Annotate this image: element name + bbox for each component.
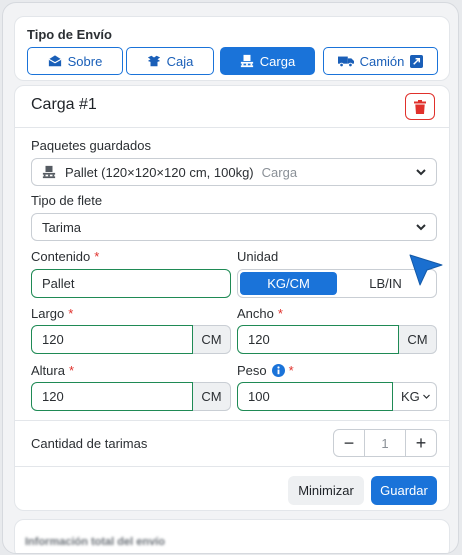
external-link-icon (410, 54, 424, 68)
weight-input[interactable]: 100 (237, 382, 393, 411)
contents-label: Contenido * (31, 249, 99, 264)
increment-button[interactable]: + (406, 430, 436, 456)
weight-unit-select[interactable]: KG (393, 382, 437, 411)
length-input[interactable]: 120 (31, 325, 193, 354)
save-button[interactable]: Guardar (371, 476, 437, 505)
chevron-down-icon (422, 394, 430, 399)
required-mark: * (277, 306, 283, 321)
weight-label: Peso * (237, 363, 294, 378)
length-label-text: Largo (31, 306, 65, 321)
saved-packages-select[interactable]: Pallet (120×120×120 cm, 100kg) Carga (31, 158, 437, 186)
required-mark: * (68, 306, 74, 321)
cargo-title: Carga #1 (31, 96, 97, 113)
length-label: Largo * (31, 306, 73, 321)
info-icon[interactable] (271, 364, 285, 377)
ship-type-caja-button[interactable]: Caja (126, 47, 214, 75)
decrement-button[interactable]: − (334, 430, 364, 456)
saved-package-tag: Carga (261, 164, 298, 180)
width-label-text: Ancho (237, 306, 274, 321)
saved-packages-label: Paquetes guardados (31, 138, 151, 153)
app-container: Tipo de Envío Sobre Caja Carga Camión Ca… (2, 2, 459, 554)
required-mark: * (68, 363, 75, 378)
ship-type-label: Carga (259, 53, 296, 69)
ship-type-sobre-button[interactable]: Sobre (27, 47, 123, 75)
delete-cargo-button[interactable] (405, 93, 435, 120)
freight-type-label: Tipo de flete (31, 193, 103, 208)
minimize-button[interactable]: Minimizar (288, 476, 364, 505)
height-unit: CM (193, 382, 231, 411)
width-label: Ancho * (237, 306, 283, 321)
pallet-icon (240, 54, 253, 68)
mouse-pointer-icon (409, 254, 443, 286)
weight-unit-value: KG (401, 389, 420, 404)
contents-input[interactable]: Pallet (31, 269, 231, 298)
trash-icon (414, 99, 426, 114)
ship-type-label: Caja (166, 53, 194, 69)
height-input[interactable]: 120 (31, 382, 193, 411)
shipping-type-card: Tipo de Envío Sobre Caja Carga Camión (14, 16, 450, 81)
pallet-qty-value[interactable]: 1 (364, 430, 406, 456)
height-label-text: Altura (31, 363, 65, 378)
ship-type-carga-button[interactable]: Carga (220, 47, 315, 75)
cargo-card: Carga #1 Paquetes guardados Pallet (120×… (14, 85, 450, 511)
cargo-header: Carga #1 (15, 86, 449, 128)
height-label: Altura * (31, 363, 74, 378)
pallet-icon (42, 165, 56, 179)
ship-type-camion-button[interactable]: Camión (323, 47, 438, 75)
ship-type-label: Camión (359, 53, 405, 69)
contents-label-text: Contenido (31, 249, 91, 264)
width-input[interactable]: 120 (237, 325, 399, 354)
unit-label: Unidad (237, 249, 279, 264)
freight-type-select[interactable]: Tarima (31, 213, 437, 241)
required-mark: * (94, 249, 100, 264)
truck-icon (337, 56, 354, 68)
pallet-qty-label: Cantidad de tarimas (31, 436, 148, 451)
chevron-down-icon (416, 169, 426, 176)
width-unit: CM (399, 325, 437, 354)
saved-package-value: Pallet (120×120×120 cm, 100kg) (65, 164, 254, 180)
length-unit: CM (193, 325, 231, 354)
pallet-qty-stepper[interactable]: − 1 + (333, 429, 437, 457)
unit-option-kgcm[interactable]: KG/CM (240, 272, 337, 295)
shipping-type-title: Tipo de Envío (27, 27, 112, 42)
ship-type-label: Sobre (67, 53, 103, 69)
chevron-down-icon (416, 224, 426, 231)
required-mark: * (288, 363, 294, 378)
divider (15, 420, 449, 421)
envelope-icon (48, 55, 62, 67)
shipment-summary-title: Información total del envío (25, 536, 165, 548)
box-icon (147, 55, 160, 67)
freight-type-value: Tarima (42, 219, 82, 235)
divider (15, 466, 449, 467)
shipment-summary-card: Información total del envío (14, 519, 450, 553)
weight-label-text: Peso (237, 363, 267, 378)
